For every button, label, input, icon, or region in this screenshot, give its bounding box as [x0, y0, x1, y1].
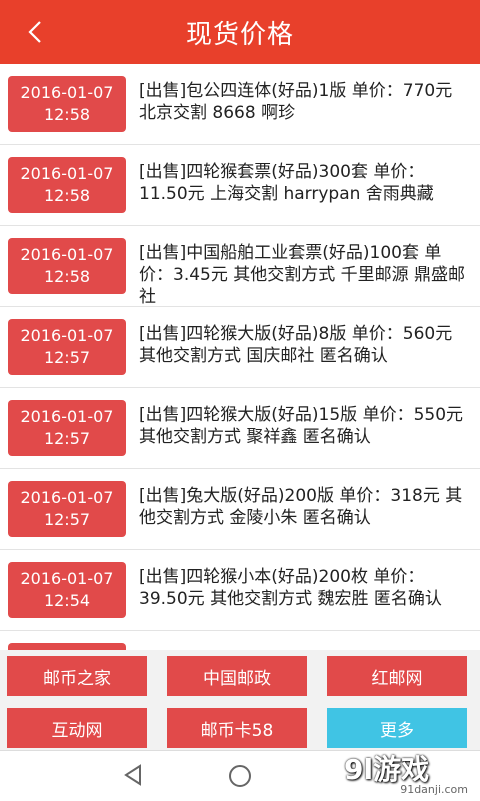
hudong-button[interactable]: 互动网 [7, 708, 147, 748]
date-label: 2016-01-07 [20, 407, 114, 426]
time-label: 12:57 [43, 510, 91, 529]
list-item[interactable]: 2016-01-07 12:58 [出售]中国船舶工业套票(好品)100套 单价… [0, 226, 480, 307]
hongyou-button[interactable]: 红邮网 [327, 656, 467, 696]
listing-text: [出售]四轮猴小本(好品)200枚 单价：39.50元 其他交割方式 魏宏胜 匿… [139, 567, 442, 609]
date-label: 2016-01-07 [20, 569, 114, 588]
china-post-button[interactable]: 中国邮政 [167, 656, 307, 696]
listing-text: [出售]中国船舶工业套票(好品)100套 单价：3.45元 其他交割方式 千里邮… [139, 243, 466, 307]
watermark-url: 91danji.com [400, 783, 468, 796]
date-badge: 2016-01-07 12:57 [8, 400, 126, 456]
date-badge: 2016-01-07 12:54 [8, 562, 126, 618]
watermark: 9l游戏 91danji.com [344, 748, 472, 800]
date-label: 2016-01-07 [20, 488, 114, 507]
back-button[interactable] [18, 14, 54, 50]
time-label: 12:57 [43, 429, 91, 448]
back-triangle-icon[interactable] [122, 763, 146, 787]
chevron-left-icon [28, 21, 41, 43]
more-button[interactable]: 更多 [327, 708, 467, 748]
app-header: 现货价格 [0, 0, 480, 64]
date-badge: 2016-01-07 12:57 [8, 319, 126, 375]
listing-text: [出售]四轮猴套票(好品)300套 单价：11.50元 上海交割 harrypa… [139, 162, 434, 204]
youbi-home-button[interactable]: 邮币之家 [7, 656, 147, 696]
list-item[interactable]: 2016-01-07 12:54 [出售]四轮猴小本(好品)200枚 单价：39… [0, 550, 480, 631]
time-label: 12:57 [43, 348, 91, 367]
listing-text: [出售]四轮猴大版(好品)15版 单价：550元 其他交割方式 聚祥鑫 匿名确认 [139, 405, 464, 447]
listing-text: [出售]兔大版(好品)200版 单价：318元 其他交割方式 金陵小朱 匿名确认 [139, 486, 463, 528]
list-item[interactable] [0, 631, 480, 650]
date-badge: 2016-01-07 12:58 [8, 76, 126, 132]
price-list[interactable]: 2016-01-07 12:58 [出售]包公四连体(好品)1版 单价：770元… [0, 64, 480, 650]
time-label: 12:58 [43, 267, 91, 286]
date-badge [8, 643, 126, 650]
list-item[interactable]: 2016-01-07 12:58 [出售]四轮猴套票(好品)300套 单价：11… [0, 145, 480, 226]
date-label: 2016-01-07 [20, 245, 114, 264]
list-item[interactable]: 2016-01-07 12:58 [出售]包公四连体(好品)1版 单价：770元… [0, 64, 480, 145]
listing-text: [出售]包公四连体(好品)1版 单价：770元 北京交割 8668 啊珍 [139, 81, 453, 123]
listing-text: [出售]四轮猴大版(好品)8版 单价：560元 其他交割方式 国庆邮社 匿名确认 [139, 324, 453, 366]
watermark-logo: 9l游戏 [344, 753, 430, 786]
date-label: 2016-01-07 [20, 83, 114, 102]
time-label: 12:58 [43, 105, 91, 124]
list-item[interactable]: 2016-01-07 12:57 [出售]四轮猴大版(好品)15版 单价：550… [0, 388, 480, 469]
list-item[interactable]: 2016-01-07 12:57 [出售]四轮猴大版(好品)8版 单价：560元… [0, 307, 480, 388]
date-badge: 2016-01-07 12:58 [8, 238, 126, 294]
home-circle-icon[interactable] [227, 763, 253, 789]
time-label: 12:54 [43, 591, 91, 610]
page-title: 现货价格 [185, 19, 294, 50]
date-badge: 2016-01-07 12:58 [8, 157, 126, 213]
list-item[interactable]: 2016-01-07 12:57 [出售]兔大版(好品)200版 单价：318元… [0, 469, 480, 550]
date-badge: 2016-01-07 12:57 [8, 481, 126, 537]
time-label: 12:58 [43, 186, 91, 205]
date-label: 2016-01-07 [20, 164, 114, 183]
youbika58-button[interactable]: 邮币卡58 [167, 708, 307, 748]
date-label: 2016-01-07 [20, 326, 114, 345]
link-buttons: 邮币之家 中国邮政 红邮网 互动网 邮币卡58 更多 [0, 650, 480, 750]
